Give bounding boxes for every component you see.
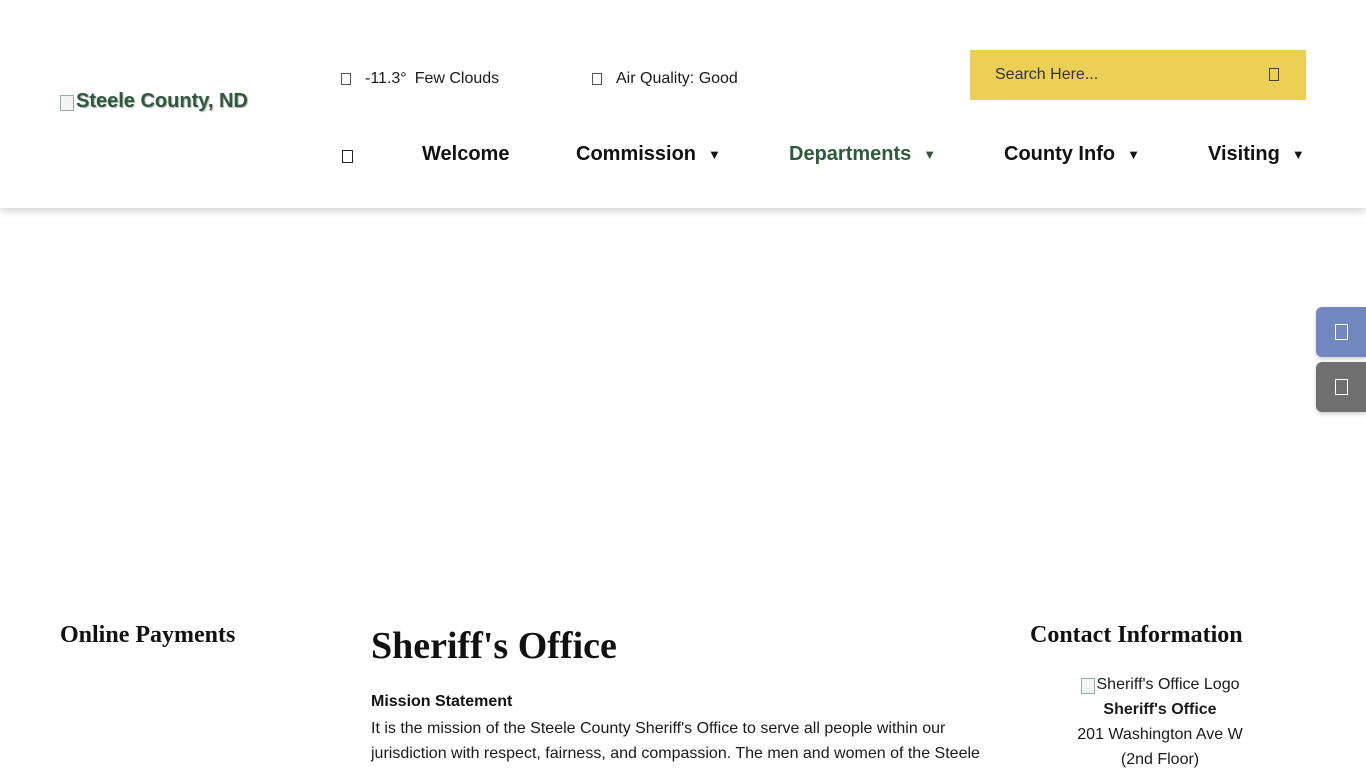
weather-temperature: -11.3°: [365, 70, 407, 87]
contact-information-heading: Contact Information: [1030, 622, 1243, 648]
office-name: Sheriff's Office: [1103, 701, 1217, 718]
nav-item-label: Welcome: [422, 143, 510, 165]
mission-statement-heading: Mission Statement: [371, 693, 513, 710]
site-logo-link[interactable]: Steele County, ND: [60, 90, 248, 113]
online-payments-heading: Online Payments: [60, 622, 236, 648]
cloud-icon: [341, 73, 351, 85]
main-nav: Welcome Commission ▼ Departments ▼ Count…: [0, 143, 1366, 171]
dropdown-arrow-icon: ▼: [1291, 147, 1305, 162]
sheriff-logo-alt-text: Sheriff's Office Logo: [1096, 676, 1240, 693]
home-icon[interactable]: [342, 150, 353, 163]
translate-button[interactable]: [1316, 307, 1366, 357]
nav-item-departments[interactable]: Departments ▼: [789, 143, 936, 166]
nav-item-label: Commission: [576, 143, 697, 165]
nav-item-welcome[interactable]: Welcome: [422, 143, 509, 166]
contact-card: Sheriff's Office Logo Sheriff's Office 2…: [1030, 672, 1290, 768]
nav-item-visiting[interactable]: Visiting ▼: [1208, 143, 1305, 166]
mission-statement-text: It is the mission of the Steele County S…: [371, 720, 980, 762]
broken-image-icon: [1080, 677, 1095, 694]
search-input[interactable]: [995, 66, 1245, 84]
broken-image-icon: [60, 94, 74, 111]
site-header: Steele County, ND -11.3° Few Clouds Air …: [0, 0, 1366, 208]
address-line-2: (2nd Floor): [1120, 751, 1200, 768]
dropdown-arrow-icon: ▼: [1127, 147, 1140, 162]
page-title: Sheriff's Office: [371, 625, 617, 667]
translate-icon: [1334, 324, 1348, 340]
logo-alt-text: Steele County, ND: [76, 90, 248, 112]
leaf-icon: [592, 73, 602, 85]
air-quality-widget[interactable]: Air Quality: Good: [592, 70, 738, 88]
share-button[interactable]: [1316, 362, 1366, 412]
nav-item-county-info[interactable]: County Info ▼: [1004, 143, 1140, 166]
search-bar: [970, 50, 1306, 100]
address-line-1: 201 Washington Ave W: [1077, 726, 1243, 743]
dropdown-arrow-icon: ▼: [923, 147, 937, 162]
search-icon[interactable]: [1269, 68, 1279, 81]
nav-item-commission[interactable]: Commission ▼: [576, 143, 721, 166]
nav-item-label: Departments: [789, 143, 912, 165]
nav-item-label: Visiting: [1208, 143, 1280, 165]
weather-condition: Few Clouds: [414, 70, 500, 87]
sheriff-logo: Sheriff's Office Logo: [1030, 672, 1290, 697]
dropdown-arrow-icon: ▼: [708, 147, 721, 162]
nav-item-label: County Info: [1004, 143, 1116, 165]
share-icon: [1334, 379, 1348, 395]
air-quality-text: Air Quality: Good: [616, 70, 738, 87]
weather-widget[interactable]: -11.3° Few Clouds: [341, 70, 499, 88]
